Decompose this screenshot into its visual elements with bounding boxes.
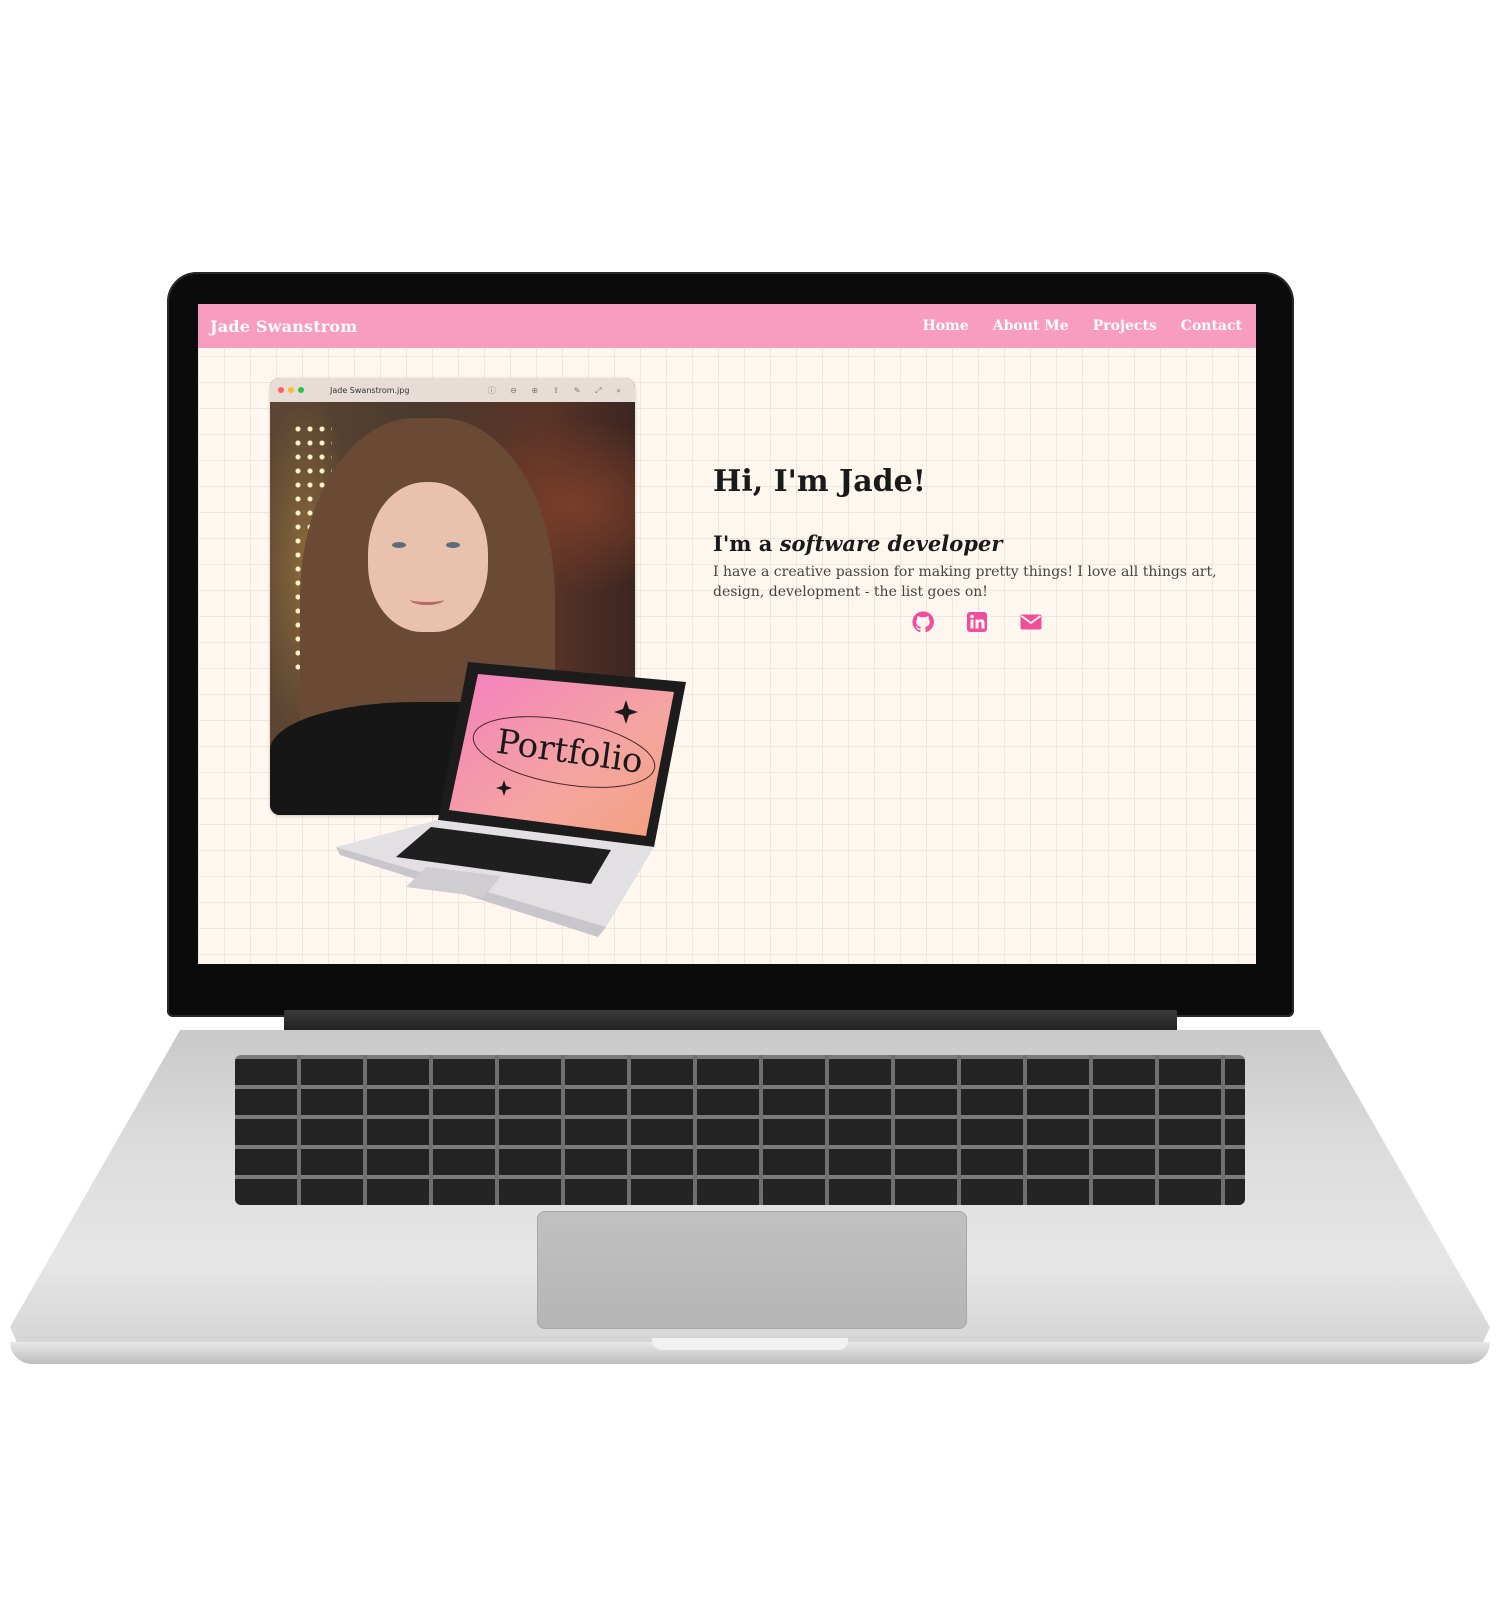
linkedin-icon[interactable] xyxy=(965,610,989,634)
hero-role-title: software developer xyxy=(779,531,1003,556)
brand-name[interactable]: Jade Swanstrom xyxy=(198,317,357,336)
hero-greeting: Hi, I'm Jade! xyxy=(713,464,926,499)
nav-link-about[interactable]: About Me xyxy=(993,318,1069,334)
nav-link-projects[interactable]: Projects xyxy=(1093,318,1157,334)
navbar: Jade Swanstrom Home About Me Projects Co… xyxy=(198,304,1256,348)
photo-eye xyxy=(446,542,460,548)
photo-eye xyxy=(392,542,406,548)
laptop-trackpad xyxy=(537,1211,967,1329)
website-screen: Jade Swanstrom Home About Me Projects Co… xyxy=(198,304,1256,964)
hero-section: Hi, I'm Jade! I'm a software developer I… xyxy=(713,464,1223,602)
photo-window-titlebar: Jade Swanstrom.jpg ⓘ ⊖ ⊕ ⇪ ✎ ⤢ » xyxy=(270,378,635,402)
hero-role: I'm a software developer xyxy=(713,531,1223,556)
nav-link-contact[interactable]: Contact xyxy=(1181,318,1242,334)
close-dot-icon xyxy=(278,387,284,393)
photo-smile xyxy=(410,594,444,605)
minimize-dot-icon xyxy=(288,387,294,393)
hero-role-prefix: I'm a xyxy=(713,531,773,556)
github-icon[interactable] xyxy=(911,610,935,634)
photo-filename: Jade Swanstrom.jpg xyxy=(330,385,410,395)
zoom-dot-icon xyxy=(298,387,304,393)
photo-face xyxy=(368,482,488,632)
nav-link-home[interactable]: Home xyxy=(922,318,968,334)
portfolio-laptop-illustration: Portfolio xyxy=(336,662,686,937)
laptop-mockup: Jade Swanstrom Home About Me Projects Co… xyxy=(0,0,1500,1600)
nav-links: Home About Me Projects Contact xyxy=(922,318,1256,334)
social-links xyxy=(911,610,1043,634)
hero-description: I have a creative passion for making pre… xyxy=(713,564,1217,600)
mail-icon[interactable] xyxy=(1019,610,1043,634)
toolbar-icons: ⓘ ⊖ ⊕ ⇪ ✎ ⤢ » xyxy=(487,385,627,395)
laptop-keyboard xyxy=(235,1055,1245,1205)
laptop-notch xyxy=(652,1338,848,1350)
